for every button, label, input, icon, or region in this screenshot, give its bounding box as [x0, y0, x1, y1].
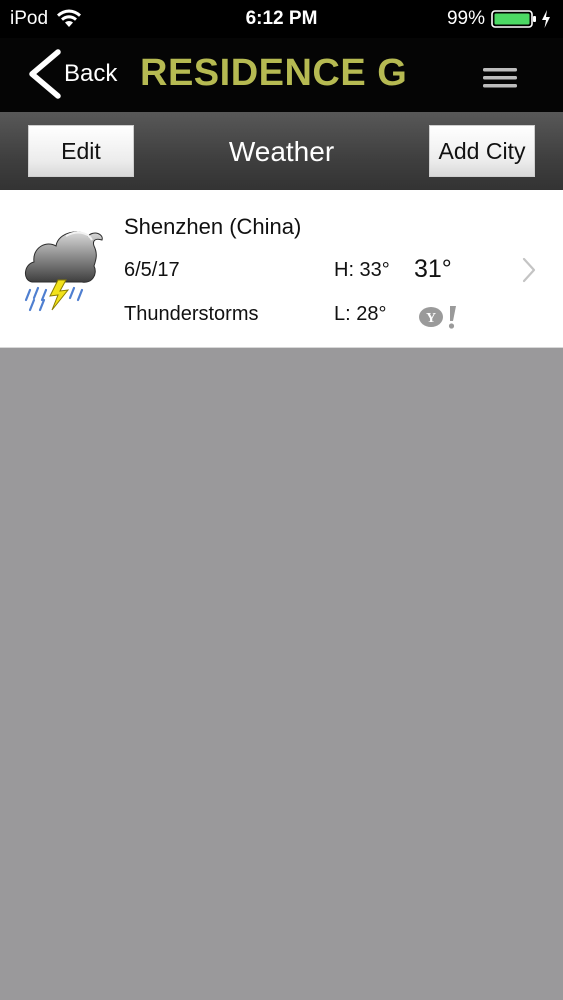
back-button[interactable]: Back [24, 46, 117, 102]
add-city-button[interactable]: Add City [429, 125, 535, 177]
hamburger-menu-icon[interactable] [482, 66, 518, 90]
nav-bar: Back RESIDENCE G [0, 38, 563, 112]
back-label: Back [64, 60, 118, 87]
svg-text:Y: Y [426, 311, 436, 326]
city-name: Shenzhen (China) [124, 214, 302, 239]
toolbar: Edit Weather Add City [0, 112, 563, 190]
high-temperature: H: 33° [334, 259, 390, 281]
battery-icon [491, 10, 536, 28]
chevron-right-icon [522, 257, 536, 283]
thunderstorm-icon [24, 231, 103, 312]
weather-screen: iPod 6:12 PM 99% Back RESIDENCE G Edit W… [0, 0, 563, 1000]
battery-percent: 99% [446, 8, 485, 29]
weather-condition: Thunderstorms [124, 303, 259, 325]
back-chevron-icon [29, 49, 61, 99]
forecast-date: 6/5/17 [124, 259, 180, 281]
page-title: RESIDENCE G [140, 52, 408, 94]
current-temperature: 31° [414, 255, 452, 283]
status-bar: iPod 6:12 PM 99% [0, 0, 563, 38]
yahoo-icon: Y [419, 306, 456, 329]
status-right: 99% [447, 8, 551, 30]
charging-bolt-icon [542, 10, 550, 28]
list-item[interactable]: Shenzhen (China) 6/5/17 Thunderstorms H:… [0, 190, 563, 348]
low-temperature: L: 28° [334, 303, 387, 325]
